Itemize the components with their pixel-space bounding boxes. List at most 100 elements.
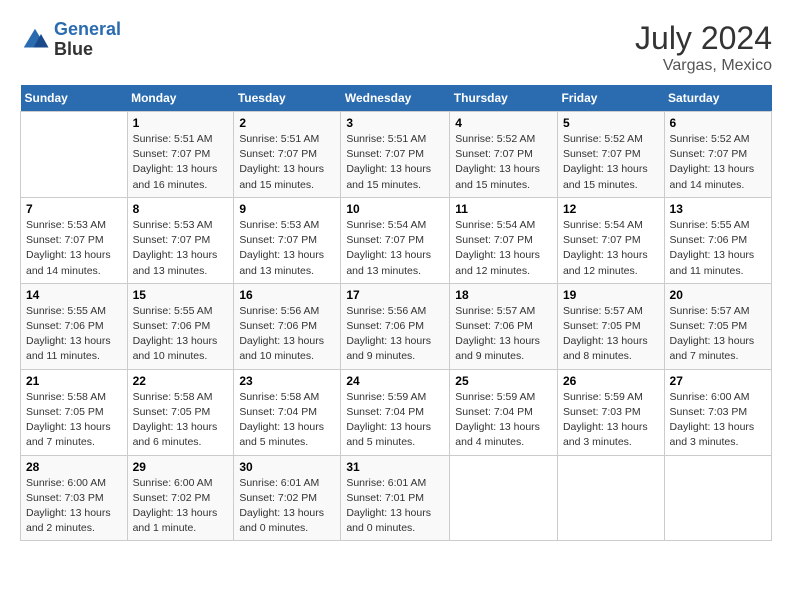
calendar-cell: 2 Sunrise: 5:51 AM Sunset: 7:07 PM Daylig… [234,112,341,198]
calendar-cell: 29 Sunrise: 6:00 AM Sunset: 7:02 PM Dayli… [127,455,234,541]
calendar-cell: 7Sunrise: 5:53 AM Sunset: 7:07 PM Daylig… [21,197,128,283]
day-info: Sunrise: 5:58 AM Sunset: 7:04 PM Dayligh… [239,390,335,451]
day-info: Sunrise: 5:56 AM Sunset: 7:06 PM Dayligh… [239,304,335,365]
calendar-cell: 12 Sunrise: 5:54 AM Sunset: 7:07 PM Dayli… [557,197,664,283]
day-info: Sunrise: 5:57 AM Sunset: 7:05 PM Dayligh… [563,304,659,365]
day-number: 20 [670,288,766,302]
day-of-week-header: Wednesday [341,85,450,112]
day-number: 22 [133,374,229,388]
calendar-cell: 26Sunrise: 5:59 AM Sunset: 7:03 PM Dayli… [557,369,664,455]
day-of-week-header: Thursday [450,85,558,112]
day-of-week-header: Monday [127,85,234,112]
day-number: 17 [346,288,444,302]
day-number: 25 [455,374,552,388]
calendar-week-row: 14 Sunrise: 5:55 AM Sunset: 7:06 PM Dayli… [21,283,772,369]
day-number: 1 [133,116,229,130]
day-number: 10 [346,202,444,216]
day-number: 28 [26,460,122,474]
calendar-cell [450,455,558,541]
title-block: July 2024 Vargas, Mexico [635,20,772,75]
calendar-cell: 14 Sunrise: 5:55 AM Sunset: 7:06 PM Dayli… [21,283,128,369]
day-info: Sunrise: 5:55 AM Sunset: 7:06 PM Dayligh… [133,304,229,365]
day-number: 11 [455,202,552,216]
day-number: 5 [563,116,659,130]
day-number: 9 [239,202,335,216]
day-info: Sunrise: 6:01 AM Sunset: 7:02 PM Dayligh… [239,476,335,537]
calendar-cell: 15 Sunrise: 5:55 AM Sunset: 7:06 PM Dayli… [127,283,234,369]
day-info: Sunrise: 6:00 AM Sunset: 7:02 PM Dayligh… [133,476,229,537]
day-info: Sunrise: 5:54 AM Sunset: 7:07 PM Dayligh… [346,218,444,279]
day-info: Sunrise: 5:52 AM Sunset: 7:07 PM Dayligh… [670,132,766,193]
page-header: General Blue July 2024 Vargas, Mexico [20,20,772,75]
day-info: Sunrise: 5:55 AM Sunset: 7:06 PM Dayligh… [670,218,766,279]
calendar-cell: 13 Sunrise: 5:55 AM Sunset: 7:06 PM Dayli… [664,197,771,283]
day-info: Sunrise: 5:56 AM Sunset: 7:06 PM Dayligh… [346,304,444,365]
day-info: Sunrise: 5:54 AM Sunset: 7:07 PM Dayligh… [563,218,659,279]
day-info: Sunrise: 5:51 AM Sunset: 7:07 PM Dayligh… [239,132,335,193]
day-of-week-header: Saturday [664,85,771,112]
day-of-week-header: Tuesday [234,85,341,112]
calendar-cell: 18 Sunrise: 5:57 AM Sunset: 7:06 PM Dayli… [450,283,558,369]
calendar-cell: 30 Sunrise: 6:01 AM Sunset: 7:02 PM Dayli… [234,455,341,541]
calendar-cell: 8 Sunrise: 5:53 AM Sunset: 7:07 PM Daylig… [127,197,234,283]
day-info: Sunrise: 6:00 AM Sunset: 7:03 PM Dayligh… [670,390,766,451]
month-year: July 2024 [635,20,772,57]
day-number: 2 [239,116,335,130]
logo-text: General Blue [54,20,121,60]
calendar-cell: 9 Sunrise: 5:53 AM Sunset: 7:07 PM Daylig… [234,197,341,283]
calendar-week-row: 7Sunrise: 5:53 AM Sunset: 7:07 PM Daylig… [21,197,772,283]
logo-line2: Blue [54,40,121,60]
day-number: 29 [133,460,229,474]
calendar-cell: 3Sunrise: 5:51 AM Sunset: 7:07 PM Daylig… [341,112,450,198]
day-number: 4 [455,116,552,130]
day-info: Sunrise: 5:51 AM Sunset: 7:07 PM Dayligh… [346,132,444,193]
calendar-cell: 21 Sunrise: 5:58 AM Sunset: 7:05 PM Dayli… [21,369,128,455]
calendar-cell: 11 Sunrise: 5:54 AM Sunset: 7:07 PM Dayli… [450,197,558,283]
calendar-cell: 17 Sunrise: 5:56 AM Sunset: 7:06 PM Dayli… [341,283,450,369]
day-number: 6 [670,116,766,130]
calendar-cell: 23Sunrise: 5:58 AM Sunset: 7:04 PM Dayli… [234,369,341,455]
calendar-cell: 1 Sunrise: 5:51 AM Sunset: 7:07 PM Daylig… [127,112,234,198]
day-info: Sunrise: 5:54 AM Sunset: 7:07 PM Dayligh… [455,218,552,279]
day-number: 24 [346,374,444,388]
day-info: Sunrise: 5:58 AM Sunset: 7:05 PM Dayligh… [26,390,122,451]
day-number: 19 [563,288,659,302]
day-number: 15 [133,288,229,302]
calendar-header-row: SundayMondayTuesdayWednesdayThursdayFrid… [21,85,772,112]
day-number: 8 [133,202,229,216]
day-number: 14 [26,288,122,302]
day-number: 18 [455,288,552,302]
calendar-cell: 25 Sunrise: 5:59 AM Sunset: 7:04 PM Dayli… [450,369,558,455]
calendar-cell: 6 Sunrise: 5:52 AM Sunset: 7:07 PM Daylig… [664,112,771,198]
day-info: Sunrise: 5:55 AM Sunset: 7:06 PM Dayligh… [26,304,122,365]
day-info: Sunrise: 5:52 AM Sunset: 7:07 PM Dayligh… [563,132,659,193]
calendar-table: SundayMondayTuesdayWednesdayThursdayFrid… [20,85,772,541]
day-info: Sunrise: 5:51 AM Sunset: 7:07 PM Dayligh… [133,132,229,193]
calendar-week-row: 21 Sunrise: 5:58 AM Sunset: 7:05 PM Dayli… [21,369,772,455]
day-info: Sunrise: 5:57 AM Sunset: 7:06 PM Dayligh… [455,304,552,365]
day-number: 30 [239,460,335,474]
logo-icon [20,25,50,55]
day-of-week-header: Friday [557,85,664,112]
calendar-cell: 28 Sunrise: 6:00 AM Sunset: 7:03 PM Dayli… [21,455,128,541]
day-number: 27 [670,374,766,388]
calendar-cell: 4 Sunrise: 5:52 AM Sunset: 7:07 PM Daylig… [450,112,558,198]
day-info: Sunrise: 5:53 AM Sunset: 7:07 PM Dayligh… [239,218,335,279]
day-info: Sunrise: 5:59 AM Sunset: 7:04 PM Dayligh… [455,390,552,451]
day-number: 21 [26,374,122,388]
day-info: Sunrise: 6:00 AM Sunset: 7:03 PM Dayligh… [26,476,122,537]
day-info: Sunrise: 5:53 AM Sunset: 7:07 PM Dayligh… [133,218,229,279]
calendar-cell: 24Sunrise: 5:59 AM Sunset: 7:04 PM Dayli… [341,369,450,455]
day-info: Sunrise: 5:52 AM Sunset: 7:07 PM Dayligh… [455,132,552,193]
calendar-cell: 22 Sunrise: 5:58 AM Sunset: 7:05 PM Dayli… [127,369,234,455]
day-info: Sunrise: 5:59 AM Sunset: 7:03 PM Dayligh… [563,390,659,451]
day-number: 12 [563,202,659,216]
calendar-cell: 5 Sunrise: 5:52 AM Sunset: 7:07 PM Daylig… [557,112,664,198]
calendar-cell: 19 Sunrise: 5:57 AM Sunset: 7:05 PM Dayli… [557,283,664,369]
logo: General Blue [20,20,121,60]
day-number: 31 [346,460,444,474]
calendar-cell: 16Sunrise: 5:56 AM Sunset: 7:06 PM Dayli… [234,283,341,369]
location: Vargas, Mexico [635,57,772,75]
day-info: Sunrise: 5:58 AM Sunset: 7:05 PM Dayligh… [133,390,229,451]
day-number: 13 [670,202,766,216]
